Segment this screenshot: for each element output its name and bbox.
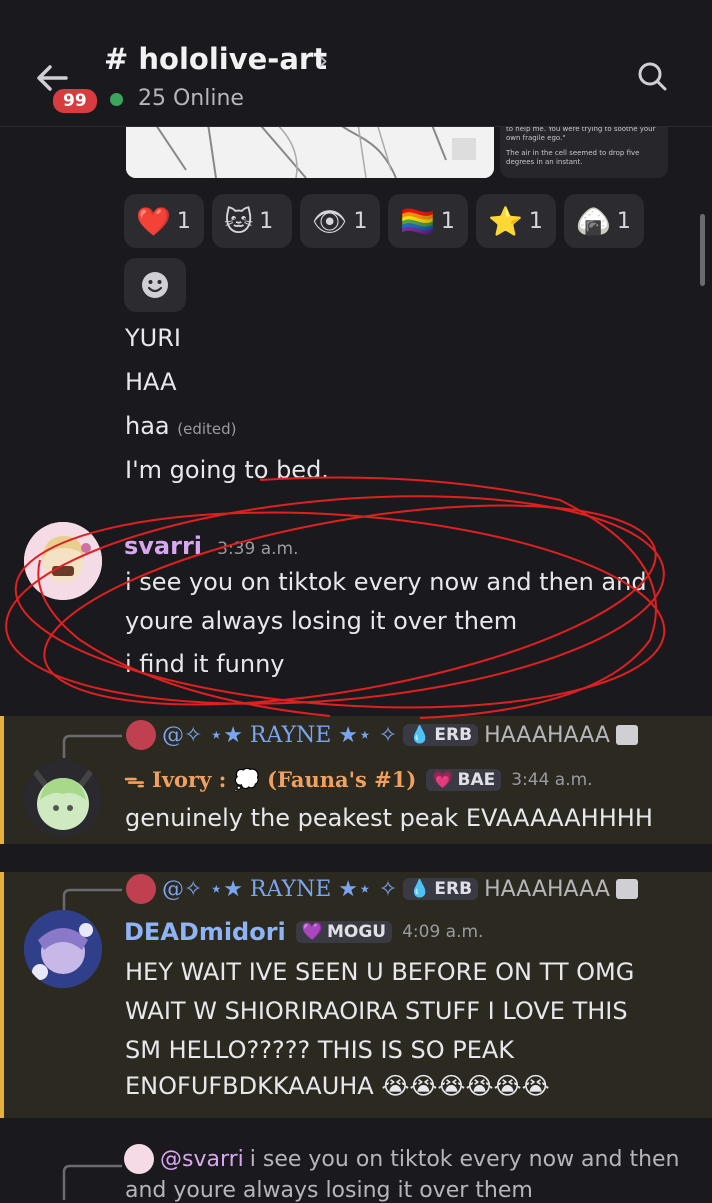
message-line: haa (edited) [125, 412, 237, 440]
highlight-bar [0, 716, 4, 844]
reaction-count: 1 [616, 208, 631, 234]
avatar-image [24, 910, 102, 988]
avatar-deadmidori[interactable] [24, 910, 102, 988]
message-line: SM HELLO????? THIS IS SO PEAK [125, 1036, 515, 1064]
message-line: YURI [125, 324, 181, 352]
avatar-svarri[interactable] [24, 522, 102, 600]
smiley-icon [142, 272, 168, 298]
reply-text-continued: and youre always losing it over them [125, 1178, 533, 1203]
message-line: youre always losing it over them [125, 607, 518, 635]
author-name[interactable]: svarri [124, 532, 202, 560]
reply-preview[interactable]: @✧ ⋆★ RAYNE ★⋆ ✧ 💧 ERB HAAAHAAA [126, 874, 638, 904]
timestamp: 4:09 a.m. [402, 922, 484, 942]
role-tag-label: BAE [457, 770, 496, 790]
message-line: WAIT W SHIORIRAOIRA STUFF I LOVE THIS [125, 997, 628, 1025]
online-status-dot [110, 93, 123, 106]
avatar-ivory[interactable] [24, 760, 102, 838]
message-line: i see you on tiktok every now and then a… [125, 568, 647, 596]
message-line: HAA [125, 368, 177, 396]
reply-author: @svarri [160, 1146, 244, 1172]
reply-text: i see you on tiktok every now and then [249, 1146, 680, 1172]
reaction-cat[interactable]: 🐱 1 [212, 194, 292, 248]
message-text: haa [125, 412, 170, 440]
reaction-count: 1 [176, 208, 191, 234]
reply-author: @✧ ⋆★ RAYNE ★⋆ ✧ [162, 722, 398, 748]
unread-badge: 99 [50, 86, 100, 116]
message-line: I'm going to bed. [125, 456, 329, 484]
reply-avatar [126, 874, 156, 904]
rainbow-flag-emoji: 🏳️‍🌈 [400, 204, 435, 238]
attachment-text-2: The air in the cell seemed to drop five … [506, 149, 640, 166]
role-tag-label: MOGU [326, 922, 387, 942]
timestamp: 3:44 a.m. [511, 770, 593, 790]
message-line: i find it funny [125, 650, 285, 678]
edited-label: (edited) [177, 420, 237, 438]
avatar-image [24, 522, 102, 600]
role-tag: 💧 ERB [403, 724, 479, 746]
timestamp: 3:39 a.m. [217, 539, 299, 559]
reply-preview[interactable]: @✧ ⋆★ RAYNE ★⋆ ✧ 💧 ERB HAAAHAAA [126, 720, 638, 750]
role-tag: 💧 ERB [403, 878, 479, 900]
scrollbar[interactable] [700, 214, 705, 286]
reaction-count: 1 [440, 208, 455, 234]
chevron-right-icon[interactable]: › [318, 46, 328, 76]
channel-header: 99 # hololive-art › 25 Online [0, 0, 712, 127]
reply-author: @✧ ⋆★ RAYNE ★⋆ ✧ [162, 876, 398, 902]
message-header: DEADmidori 💜 MOGU 4:09 a.m. [124, 918, 483, 946]
add-reaction-button[interactable] [124, 258, 186, 312]
avatar-image [24, 760, 102, 838]
image-icon [615, 879, 638, 899]
reaction-count: 1 [353, 208, 368, 234]
reply-avatar [124, 1144, 154, 1174]
reaction-star[interactable]: ⭐ 1 [476, 194, 556, 248]
reaction-heart[interactable]: ❤️ 1 [124, 194, 204, 248]
image-icon [615, 725, 638, 745]
role-tag: 💗 BAE [426, 769, 502, 791]
online-count: 25 Online [138, 86, 244, 111]
reply-preview[interactable]: @svarri i see you on tiktok every now an… [124, 1144, 680, 1174]
author-name[interactable]: ᯓ Ivory : 💭 (Fauna's #1) [124, 766, 416, 794]
reaction-count: 1 [528, 208, 543, 234]
highlight-bar [0, 872, 4, 1118]
reaction-riceball[interactable]: 🍙 1 [564, 194, 644, 248]
eye-emoji: 👁 [312, 204, 348, 238]
reply-connector [62, 734, 122, 758]
reply-connector [62, 888, 122, 912]
search-icon[interactable] [636, 60, 668, 92]
role-tag: 💜 MOGU [295, 921, 393, 943]
cat-emoji: 🐱 [224, 204, 254, 238]
message-line: HEY WAIT IVE SEEN U BEFORE ON TT OMG [125, 958, 635, 986]
heart-emoji: ❤️ [136, 204, 171, 238]
reply-connector [62, 1164, 122, 1200]
message-line: genuinely the peakest peak EVAAAAAHHHH [125, 804, 653, 832]
reply-avatar [126, 720, 156, 750]
message-header: svarri 3:39 a.m. [124, 532, 299, 560]
role-tag-label: ERB [434, 725, 473, 745]
reaction-rainbow[interactable]: 🏳️‍🌈 1 [388, 194, 468, 248]
message-header: ᯓ Ivory : 💭 (Fauna's #1) 💗 BAE 3:44 a.m. [124, 766, 593, 794]
author-name[interactable]: DEADmidori [124, 918, 286, 946]
riceball-emoji: 🍙 [576, 204, 611, 238]
reaction-count: 1 [259, 208, 274, 234]
reaction-eye[interactable]: 👁 1 [300, 194, 380, 248]
reply-text: HAAAHAAA [484, 876, 610, 902]
message-line: ENOFUFBDKKAAUHA 😭😭😭😭😭😭 [125, 1072, 550, 1100]
role-tag-label: ERB [434, 879, 473, 899]
reply-text: HAAAHAAA [484, 722, 610, 748]
star-emoji: ⭐ [488, 204, 523, 238]
channel-title[interactable]: # hololive-art [104, 42, 327, 76]
